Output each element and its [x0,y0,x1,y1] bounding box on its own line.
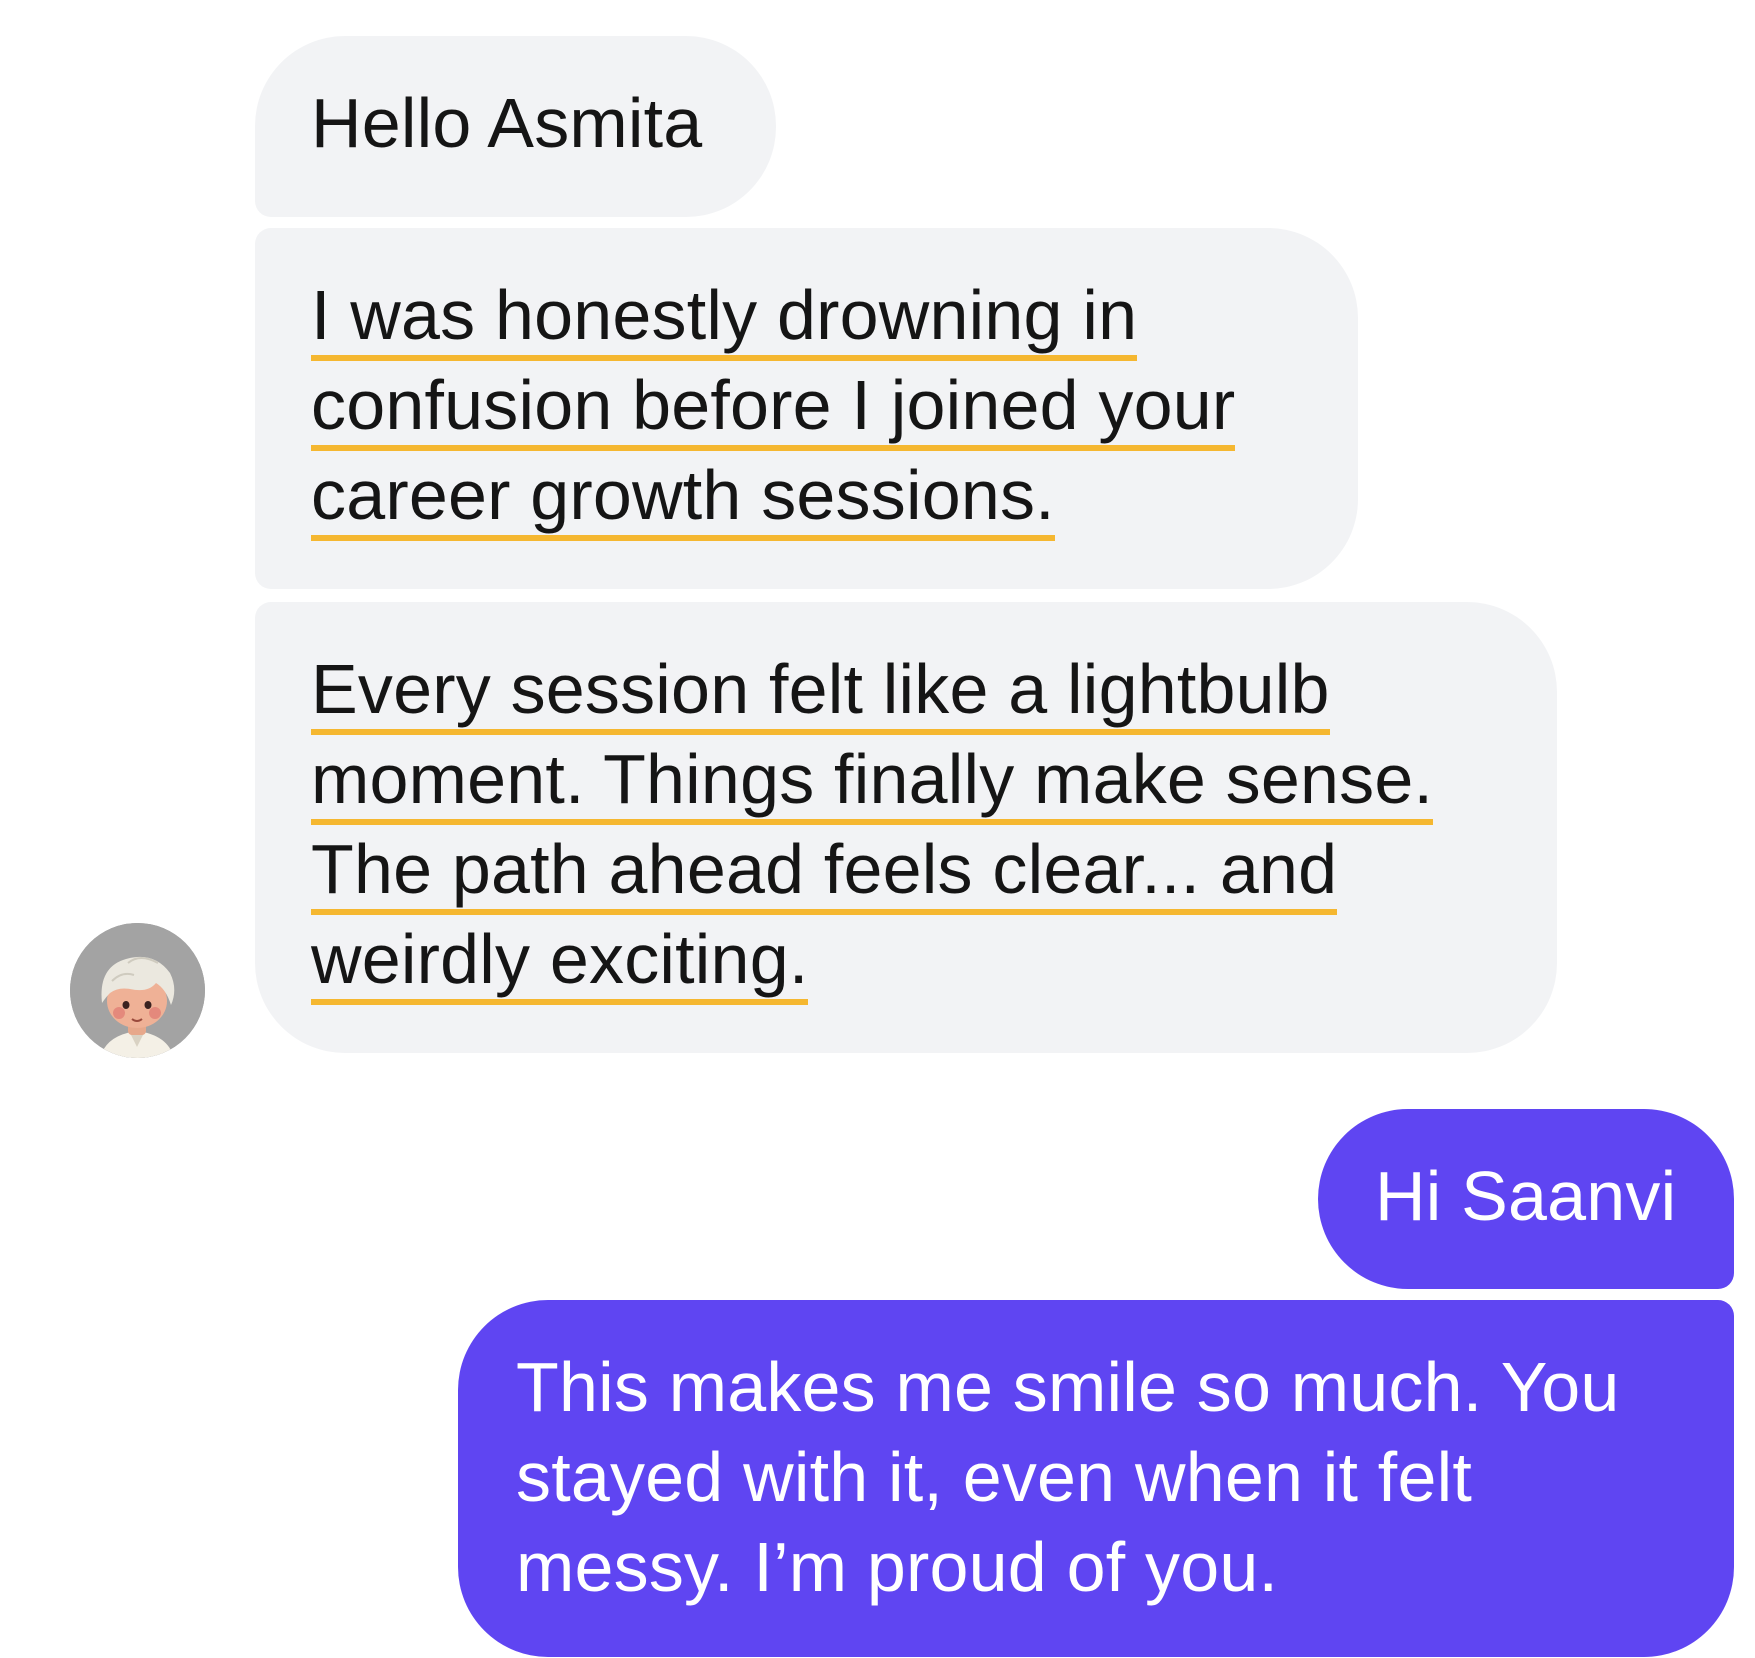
incoming-message-bubble[interactable]: Hello Asmita [255,36,776,217]
message-text-line: I was honestly drowning in [311,270,1358,361]
avatar-illustration [70,923,205,1058]
incoming-message-bubble[interactable]: I was honestly drowning in confusion bef… [255,228,1358,589]
message-text-line: The path ahead feels clear... and [311,824,1557,915]
highlighted-text: I was honestly drowning in [311,276,1138,361]
chat-conversation: Hello Asmita I was honestly drowning in … [0,0,1755,1658]
outgoing-message-bubble[interactable]: Hi Saanvi [1318,1109,1734,1289]
highlighted-text: confusion before I joined your [311,366,1236,451]
user-avatar-icon[interactable] [70,923,205,1058]
highlighted-text: Every session felt like a lightbulb [311,650,1330,735]
message-text-line: stayed with it, even when it felt [516,1438,1472,1516]
message-text-line: This makes me smile so much. You [516,1348,1620,1426]
message-text-line: career growth sessions. [311,450,1358,541]
message-text-line: Hi Saanvi [1375,1157,1677,1235]
highlighted-text: weirdly exciting. [311,920,809,1005]
message-text-line: Hello Asmita [311,84,703,162]
message-text-line: weirdly exciting. [311,914,1557,1005]
highlighted-text: The path ahead feels clear... and [311,830,1338,915]
incoming-message-bubble[interactable]: Every session felt like a lightbulb mome… [255,602,1557,1053]
message-text-line: confusion before I joined your [311,360,1358,451]
outgoing-message-bubble[interactable]: This makes me smile so much. You stayed … [458,1300,1734,1657]
highlighted-text: moment. Things finally make sense. [311,740,1434,825]
message-text-line: moment. Things finally make sense. [311,734,1557,825]
message-text-line: messy. I’m proud of you. [516,1528,1279,1606]
message-text-line: Every session felt like a lightbulb [311,644,1557,735]
highlighted-text: career growth sessions. [311,456,1055,541]
